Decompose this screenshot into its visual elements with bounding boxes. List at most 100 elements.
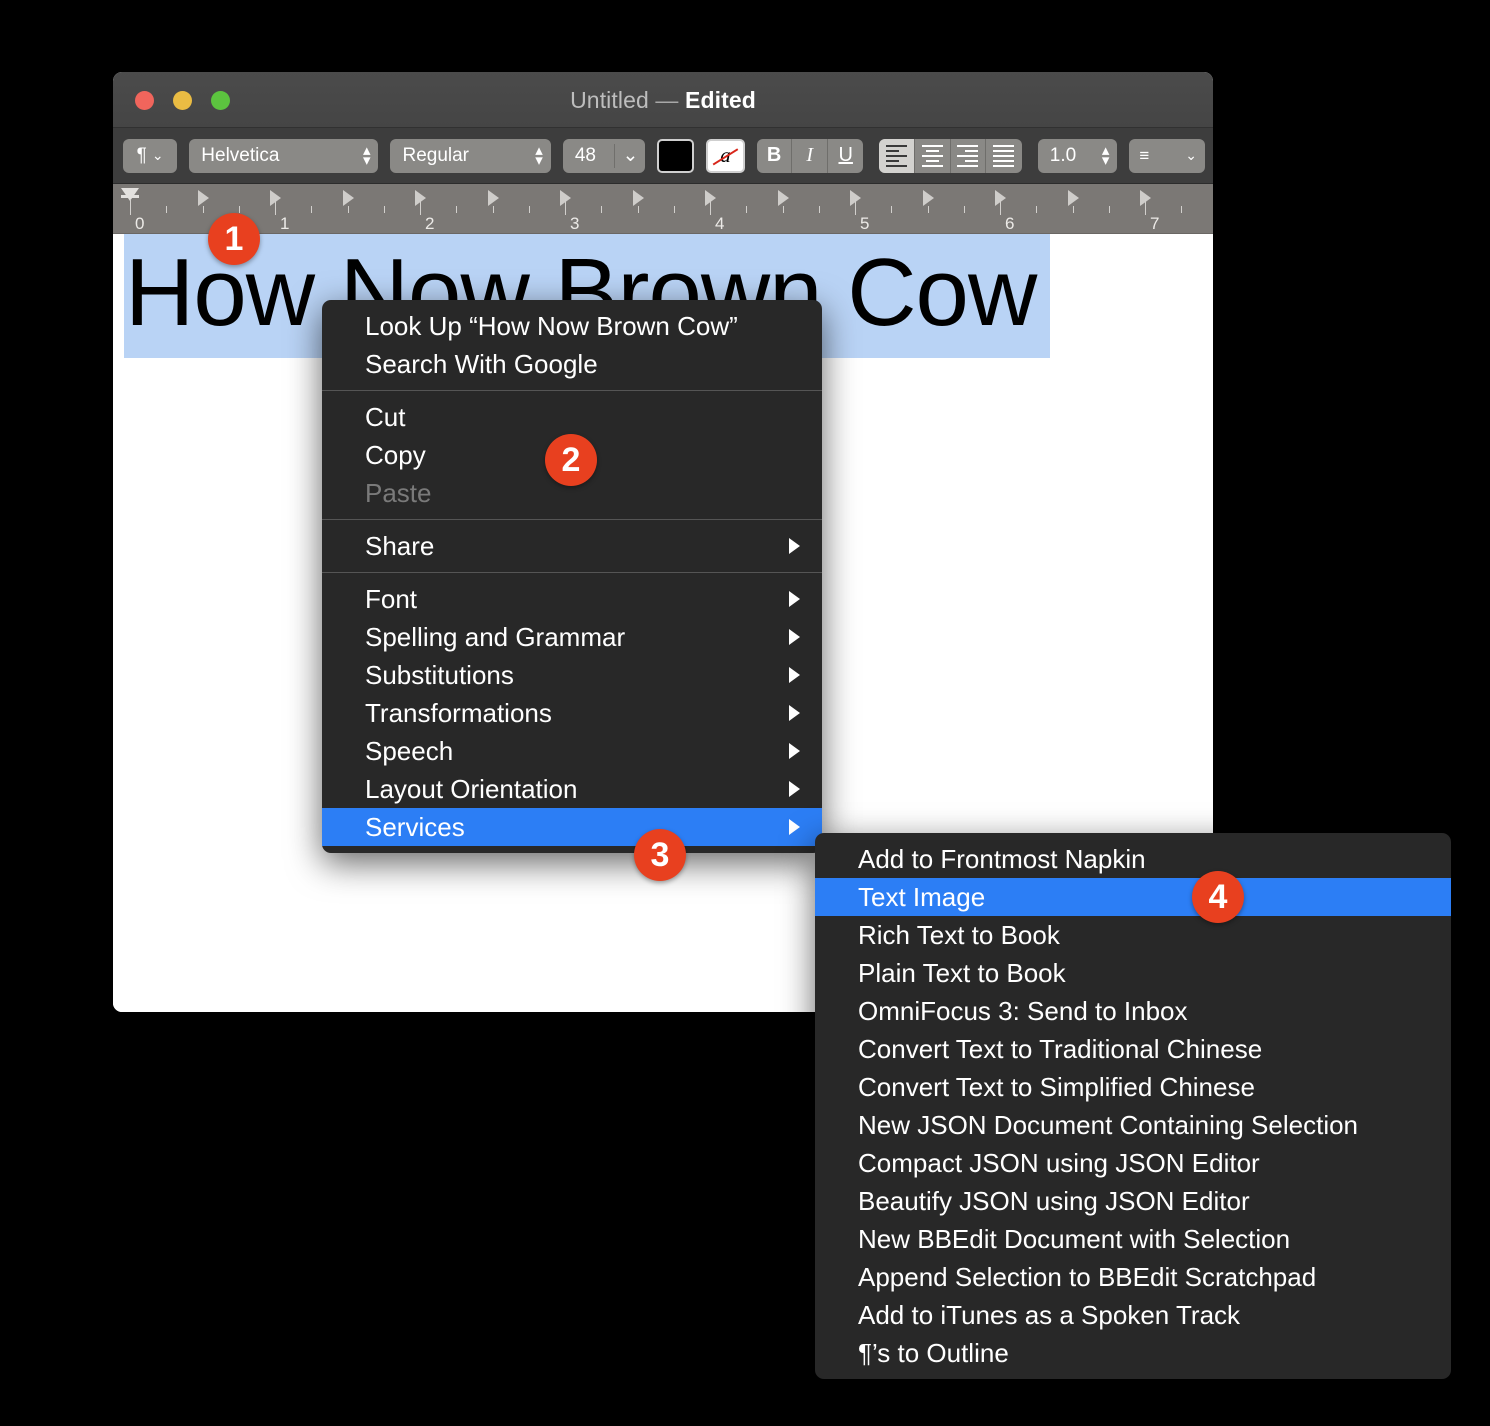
font-family-value: Helvetica (201, 144, 280, 166)
italic-button[interactable]: I (792, 138, 828, 173)
ruler-tick (1145, 199, 1146, 215)
context-menu-item[interactable]: Look Up “How Now Brown Cow” (322, 307, 822, 345)
line-spacing-select[interactable]: 1.0 ▴ ▾ (1037, 138, 1118, 173)
tab-stop-marker[interactable] (197, 190, 209, 206)
services-menu-item[interactable]: OmniFocus 3: Send to Inbox (815, 992, 1451, 1030)
ruler-tick (347, 206, 349, 213)
tab-stop-marker[interactable] (1212, 190, 1213, 206)
menu-item-label: Beautify JSON using JSON Editor (858, 1185, 1250, 1216)
services-menu-item[interactable]: New BBEdit Document with Selection (815, 1220, 1451, 1258)
ruler-tick (311, 206, 313, 213)
menu-item-label: Add to Frontmost Napkin (858, 843, 1146, 874)
step-badge-4: 4 (1192, 871, 1244, 923)
font-style-select[interactable]: Regular ▴ ▾ (390, 138, 551, 173)
stepper-icon[interactable]: ▴ ▾ (535, 143, 543, 168)
services-menu-item[interactable]: ¶’s to Outline (815, 1334, 1451, 1372)
menu-item-label: Layout Orientation (365, 773, 578, 804)
underline-button[interactable]: U (828, 139, 864, 173)
ruler-number: 2 (425, 214, 435, 233)
context-menu-item[interactable]: Transformations (322, 694, 822, 732)
align-left-button[interactable] (879, 138, 916, 173)
submenu-arrow-icon (789, 705, 800, 721)
align-justify-button[interactable] (986, 139, 1022, 173)
font-size-select[interactable]: 48 ⌄ (562, 138, 646, 173)
font-family-select[interactable]: Helvetica ▴ ▾ (189, 138, 379, 173)
window-title-document: Untitled (570, 87, 649, 113)
services-menu-item[interactable]: Append Selection to BBEdit Scratchpad (815, 1258, 1451, 1296)
menu-item-label: Add to iTunes as a Spoken Track (858, 1299, 1241, 1330)
context-menu-item[interactable]: Services (322, 808, 822, 846)
list-style-dropdown[interactable]: ≡ ⌄ (1129, 138, 1206, 173)
ruler-tick (1036, 206, 1038, 213)
stepper-icon[interactable]: ▴ ▾ (1102, 143, 1110, 168)
tab-stop-marker[interactable] (922, 190, 934, 206)
context-menu-item[interactable]: Layout Orientation (322, 770, 822, 808)
menu-item-label: Copy (365, 439, 426, 470)
menu-item-label: OmniFocus 3: Send to Inbox (858, 995, 1188, 1026)
tab-stop-marker[interactable] (632, 190, 644, 206)
context-menu-item[interactable]: Substitutions (322, 656, 822, 694)
submenu-arrow-icon (789, 591, 800, 607)
text-background-color-button[interactable]: a (706, 138, 745, 173)
context-menu-item[interactable]: Cut (322, 398, 822, 436)
services-menu-item[interactable]: Rich Text to Book (815, 916, 1451, 954)
text-color-swatch[interactable] (657, 138, 695, 173)
services-menu-item[interactable]: Convert Text to Traditional Chinese (815, 1030, 1451, 1068)
ruler-tick (130, 199, 131, 215)
ruler-tick (1108, 206, 1110, 213)
services-menu-item[interactable]: Convert Text to Simplified Chinese (815, 1068, 1451, 1106)
paragraph-style-dropdown[interactable]: ¶ ⌄ (123, 138, 178, 173)
ruler-tick (1072, 206, 1074, 213)
ruler-number: 5 (860, 214, 870, 233)
services-menu-item[interactable]: Text Image (815, 878, 1451, 916)
document-ruler[interactable]: 0 1 2 3 4 5 6 7 (113, 184, 1213, 234)
tab-stop-marker[interactable] (342, 190, 354, 206)
align-center-button[interactable] (915, 138, 951, 173)
context-menu-item[interactable]: Speech (322, 732, 822, 770)
tab-stop-marker[interactable] (777, 190, 789, 206)
menu-separator (322, 390, 822, 391)
context-menu-item[interactable]: Search With Google (322, 345, 822, 383)
window-titlebar[interactable]: Untitled — Edited (113, 72, 1213, 128)
menu-item-label: Rich Text to Book (858, 919, 1060, 950)
stepper-icon[interactable]: ▴ ▾ (363, 143, 371, 168)
services-menu-item[interactable]: Add to iTunes as a Spoken Track (815, 1296, 1451, 1334)
align-right-button[interactable] (951, 138, 987, 173)
align-center-icon (921, 144, 943, 167)
services-menu-item[interactable]: Compact JSON using JSON Editor (815, 1144, 1451, 1182)
menu-item-label: Append Selection to BBEdit Scratchpad (858, 1261, 1317, 1292)
menu-item-label: Search With Google (365, 348, 598, 379)
menu-item-label: Transformations (365, 697, 552, 728)
tab-stop-marker[interactable] (487, 190, 499, 206)
context-menu-item[interactable]: Share (322, 527, 822, 565)
submenu-arrow-icon (789, 538, 800, 554)
menu-item-label: ¶’s to Outline (858, 1337, 1009, 1368)
ruler-tick (528, 206, 530, 213)
menu-item-label: Plain Text to Book (858, 957, 1066, 988)
align-left-icon (886, 144, 908, 167)
ruler-tick (492, 206, 494, 213)
ruler-number: 7 (1150, 214, 1160, 233)
ruler-tick (383, 206, 385, 213)
window-title-dash: — (655, 87, 679, 113)
menu-item-label: Services (365, 811, 465, 842)
chevron-down-icon[interactable]: ⌄ (615, 144, 645, 167)
services-menu-item[interactable]: Plain Text to Book (815, 954, 1451, 992)
menu-item-label: Font (365, 583, 418, 614)
context-menu-item[interactable]: Font (322, 580, 822, 618)
submenu-arrow-icon (789, 781, 800, 797)
context-menu-item[interactable]: Spelling and Grammar (322, 618, 822, 656)
menu-item-label: New BBEdit Document with Selection (858, 1223, 1291, 1254)
services-menu-item[interactable]: New JSON Document Containing Selection (815, 1106, 1451, 1144)
menu-item-label: Substitutions (365, 659, 514, 690)
bold-button[interactable]: B (757, 138, 793, 173)
ruler-tick (1181, 206, 1183, 213)
ruler-tick (746, 206, 748, 213)
services-menu-item[interactable]: Beautify JSON using JSON Editor (815, 1182, 1451, 1220)
services-menu-item[interactable]: Add to Frontmost Napkin (815, 840, 1451, 878)
step-badge-1: 1 (208, 213, 260, 265)
ruler-tick (238, 206, 240, 213)
tab-stop-marker[interactable] (1067, 190, 1079, 206)
ruler-tick (275, 199, 276, 215)
ruler-number: 3 (570, 214, 580, 233)
